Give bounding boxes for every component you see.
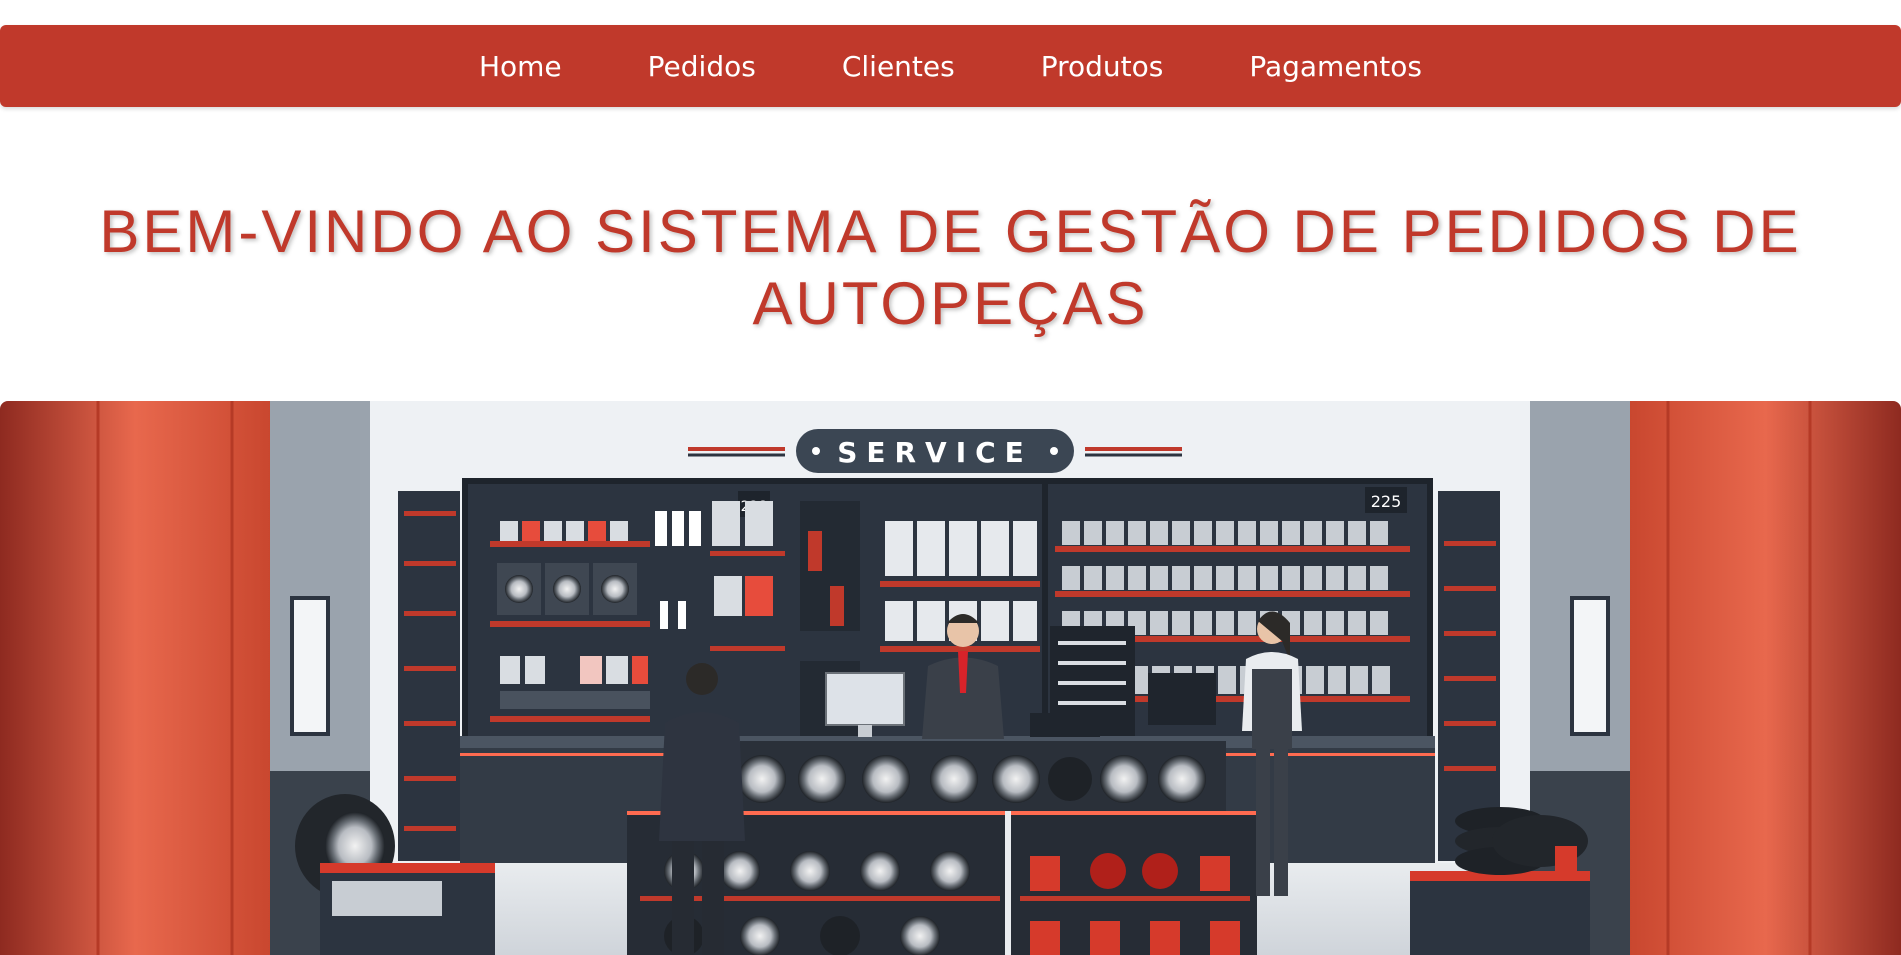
- service-sign-text: SERVICE: [837, 436, 1033, 469]
- nav-link-pedidos[interactable]: Pedidos: [648, 50, 756, 83]
- page-title-line-2: AUTOPEÇAS: [752, 270, 1149, 337]
- side-rack-right: [1438, 491, 1500, 861]
- page-title-line-1: BEM-VINDO AO SISTEMA DE GESTÃO DE PEDIDO…: [99, 198, 1802, 265]
- nav-link-clientes[interactable]: Clientes: [842, 50, 955, 83]
- page-title: BEM-VINDO AO SISTEMA DE GESTÃO DE PEDIDO…: [0, 196, 1901, 340]
- red-wall-right: [1630, 401, 1901, 955]
- nav-link-home[interactable]: Home: [479, 50, 562, 83]
- hero-image-auto-parts-store: SERVICE 228 225: [0, 401, 1901, 955]
- red-wall-left: [0, 401, 270, 955]
- computer-monitor: [825, 672, 905, 726]
- side-rack-left: [398, 491, 460, 861]
- shelf-number-right: 225: [1371, 492, 1402, 511]
- nav-link-produtos[interactable]: Produtos: [1041, 50, 1164, 83]
- main-navbar: Home Pedidos Clientes Produtos Pagamento…: [0, 25, 1901, 107]
- nav-link-pagamentos[interactable]: Pagamentos: [1249, 50, 1422, 83]
